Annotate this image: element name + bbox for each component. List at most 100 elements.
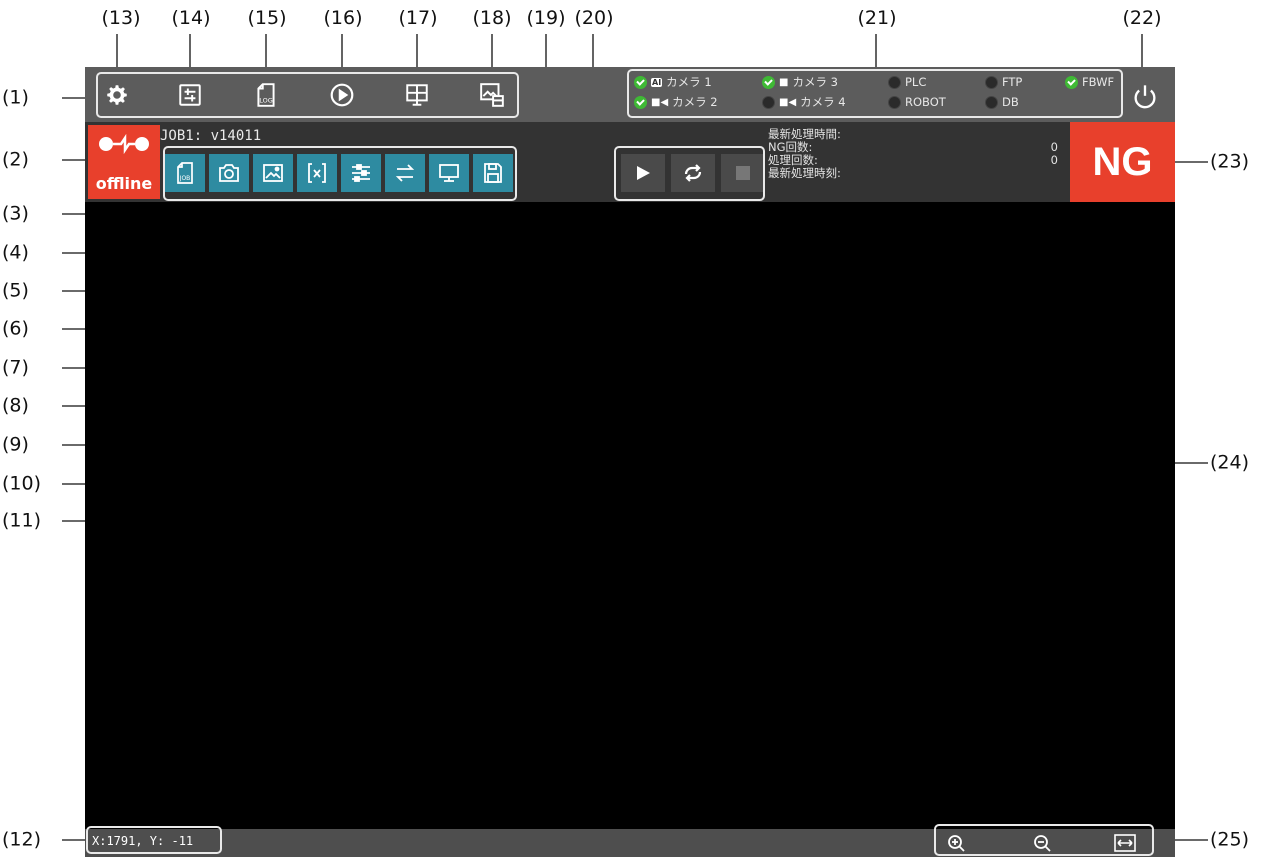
callout-15: (15)	[247, 7, 287, 29]
svg-text:JOB: JOB	[179, 175, 191, 182]
camera-settings-button[interactable]	[209, 154, 249, 192]
stop-icon	[736, 166, 750, 180]
image-export-icon	[480, 83, 504, 107]
callout-23: (23)	[1210, 150, 1250, 173]
callout-1: (1)	[2, 86, 29, 109]
image-button[interactable]	[253, 154, 293, 192]
zoom-in-button[interactable]	[942, 831, 970, 855]
result-badge: NG	[1070, 122, 1175, 202]
stat-value: 0	[1050, 153, 1058, 167]
callout-11: (11)	[2, 509, 42, 532]
status-off-icon	[985, 75, 998, 89]
callout-24: (24)	[1210, 451, 1250, 474]
callout-22: (22)	[1122, 7, 1162, 29]
status-ok-icon	[634, 75, 647, 89]
callout-2: (2)	[2, 148, 29, 171]
app-window: LOG AI カメラ 1 ■◀ カメラ 2 ■ カメラ 3 ■◀ カメラ 4 P…	[85, 67, 1175, 857]
monitor-layout-button[interactable]	[397, 75, 437, 115]
status-ok-icon	[634, 95, 647, 109]
status-ftp: FTP	[985, 74, 1022, 90]
disconnected-icon	[99, 133, 149, 155]
save-button[interactable]	[473, 154, 513, 192]
status-ok-icon	[1065, 75, 1078, 89]
repeat-icon	[684, 164, 702, 182]
power-icon	[1134, 85, 1156, 109]
callout-20: (20)	[574, 7, 614, 29]
image-icon	[263, 164, 283, 182]
stat-label: 最新処理時刻:	[768, 166, 841, 180]
adjust-icon	[179, 84, 201, 106]
image-display-area[interactable]	[85, 202, 1175, 829]
run-once-button[interactable]	[621, 154, 665, 192]
status-off-icon	[888, 75, 901, 89]
status-robot: ROBOT	[888, 94, 946, 110]
job-toolbar: JOB	[163, 149, 515, 197]
top-toolbar: LOG AI カメラ 1 ■◀ カメラ 2 ■ カメラ 3 ■◀ カメラ 4 P…	[85, 67, 1175, 122]
image-export-button[interactable]	[472, 75, 512, 115]
folder-icon: ■	[779, 76, 789, 88]
stop-button[interactable]	[721, 154, 765, 192]
status-label: DB	[1002, 95, 1019, 109]
offline-label: offline	[95, 174, 153, 193]
status-label: カメラ 1	[666, 75, 712, 89]
status-db: DB	[985, 94, 1019, 110]
status-camera-3: ■ カメラ 3	[762, 74, 838, 90]
display-icon	[439, 164, 459, 182]
status-label: FBWF	[1082, 75, 1115, 89]
status-camera-2: ■◀ カメラ 2	[634, 94, 718, 110]
job-bar: offline JOB1: v14011 JOB 最新処理時間: NG回数: 0…	[85, 122, 1175, 202]
connection-status-panel: AI カメラ 1 ■◀ カメラ 2 ■ カメラ 3 ■◀ カメラ 4 PLC R…	[630, 71, 1120, 115]
callout-18: (18)	[472, 7, 512, 29]
callout-19: (19)	[526, 7, 566, 29]
callout-8: (8)	[2, 394, 29, 417]
video-camera-icon: ■◀	[779, 96, 797, 108]
stat-last-stamp: 最新処理時刻:	[768, 167, 1058, 180]
status-ok-icon	[762, 75, 775, 89]
io-transfer-button[interactable]	[385, 154, 425, 192]
callout-13: (13)	[101, 7, 141, 29]
log-button[interactable]: LOG	[246, 75, 286, 115]
status-off-icon	[762, 95, 775, 109]
cursor-coordinates: X:1791, Y: -11	[92, 834, 194, 848]
zoom-in-icon	[948, 835, 965, 852]
settings-button[interactable]	[97, 75, 137, 115]
flow-settings-button[interactable]	[341, 154, 381, 192]
callout-25: (25)	[1210, 828, 1250, 851]
status-label: カメラ 4	[800, 95, 846, 109]
display-settings-button[interactable]	[429, 154, 469, 192]
callout-10: (10)	[2, 472, 42, 495]
job-file-button[interactable]: JOB	[165, 154, 205, 192]
ai-camera-icon: AI	[651, 77, 663, 87]
callout-16: (16)	[323, 7, 363, 29]
fit-to-window-button[interactable]	[1111, 831, 1139, 855]
status-fbwf: FBWF	[1065, 74, 1114, 90]
play-circle-icon	[330, 83, 354, 107]
zoom-out-button[interactable]	[1028, 831, 1056, 855]
status-camera-4: ■◀ カメラ 4	[762, 94, 846, 110]
continuous-run-button[interactable]	[671, 154, 715, 192]
flow-icon	[352, 164, 370, 182]
status-label: PLC	[905, 75, 927, 89]
callout-14: (14)	[171, 7, 211, 29]
callout-4: (4)	[2, 241, 29, 264]
processing-stats: 最新処理時間: NG回数: 0 処理回数: 0 最新処理時刻:	[768, 128, 1068, 180]
callout-5: (5)	[2, 279, 29, 302]
callout-7: (7)	[2, 356, 29, 379]
callout-17: (17)	[398, 7, 438, 29]
zoom-out-icon	[1034, 835, 1051, 852]
status-off-icon	[985, 95, 998, 109]
adjust-button[interactable]	[170, 75, 210, 115]
callout-21: (21)	[857, 7, 897, 29]
fit-screen-icon	[1114, 834, 1136, 852]
power-button[interactable]	[1125, 77, 1165, 117]
camera-icon	[219, 164, 239, 182]
run-view-button[interactable]	[322, 75, 362, 115]
callout-9: (9)	[2, 433, 29, 456]
variables-button[interactable]	[297, 154, 337, 192]
callout-12: (12)	[2, 828, 42, 851]
transfer-icon	[395, 164, 415, 182]
bottom-bar: X:1791, Y: -11	[85, 829, 1175, 857]
connection-mode-badge[interactable]: offline	[88, 125, 160, 199]
status-plc: PLC	[888, 74, 926, 90]
svg-text:LOG: LOG	[259, 97, 273, 105]
